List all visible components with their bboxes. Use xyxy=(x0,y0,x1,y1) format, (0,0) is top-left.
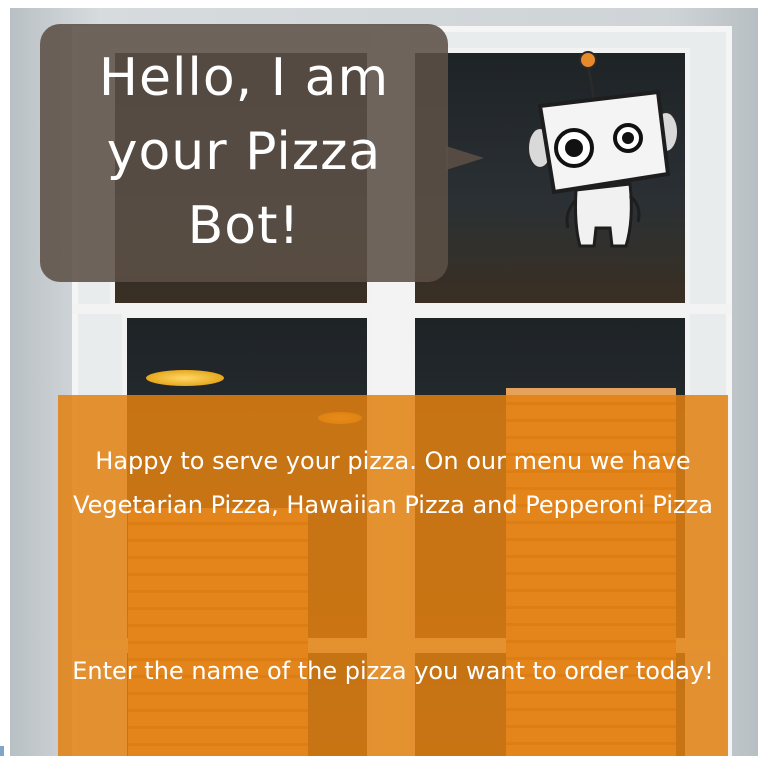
bot-greeting: Hello, I am your Pizza Bot! xyxy=(98,48,390,256)
app-frame: Hello, I am your Pizza Bot! Happy to ser… xyxy=(0,0,766,764)
speech-bubble: Hello, I am your Pizza Bot! xyxy=(40,24,448,282)
window-rail xyxy=(72,304,732,314)
speech-bubble-tail xyxy=(446,146,484,170)
order-prompt-text: Enter the name of the pizza you want to … xyxy=(72,657,714,685)
menu-intro-text: Happy to serve your pizza. On our menu w… xyxy=(73,447,713,519)
info-panel: Happy to serve your pizza. On our menu w… xyxy=(58,395,728,756)
background-scene: Hello, I am your Pizza Bot! Happy to ser… xyxy=(10,8,758,756)
edge-marker xyxy=(0,746,4,756)
robot-icon xyxy=(527,51,679,248)
lamp-light xyxy=(146,370,224,386)
